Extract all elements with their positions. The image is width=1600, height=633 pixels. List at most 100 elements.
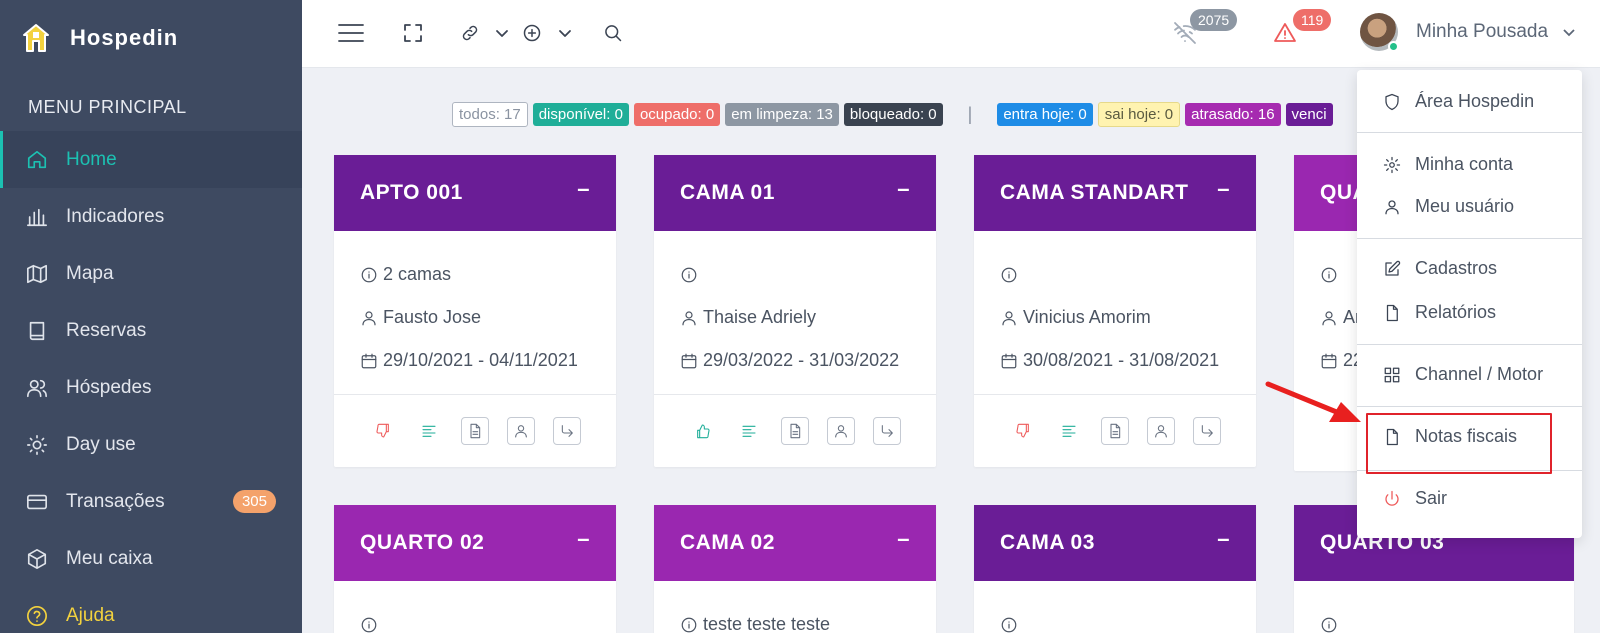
menu-item-label: Cadastros [1415,258,1498,278]
collapse-icon[interactable]: – [577,528,590,550]
filter-atrasado[interactable]: atrasado: 16 [1185,103,1281,126]
sidebar-item-day-use[interactable]: Day use [0,416,302,473]
calendar-icon [1001,353,1017,368]
sidebar-item-home[interactable]: Home [0,131,302,188]
filter-todos[interactable]: todos: 17 [452,102,528,127]
user-icon [682,310,696,325]
guest-button[interactable] [827,417,855,445]
room-card-header[interactable]: CAMA 02 – [654,505,936,581]
transacoes-count-badge: 305 [232,490,276,513]
filter-sai-hoje[interactable]: sai hoje: 0 [1097,102,1181,127]
sidebar: Hospedin MENU PRINCIPAL Home Indicadores… [0,0,302,633]
menu-item-channel-motor[interactable]: Channel / Motor [1383,364,1543,385]
links-dropdown-caret[interactable] [487,18,517,48]
guest-button[interactable] [1147,417,1175,445]
menu-item-sair[interactable]: Sair [1383,488,1447,509]
document-button[interactable] [461,417,489,445]
user-menu-toggle[interactable]: Minha Pousada [1360,13,1576,52]
guest-row: Thaise Adriely [680,296,910,339]
menu-item-relatorios[interactable]: Relatórios [1383,302,1496,323]
filter-disponivel[interactable]: disponível: 0 [532,103,629,126]
sidebar-item-mapa[interactable]: Mapa [0,245,302,302]
add-button[interactable] [517,18,547,48]
checkout-button[interactable] [873,417,901,445]
sidebar-item-meu-caixa[interactable]: Meu caixa [0,530,302,587]
room-card-header[interactable]: CAMA 01 – [654,155,936,231]
info-icon [361,617,377,632]
bar-chart-icon [27,208,47,226]
menu-toggle-button[interactable] [336,18,366,48]
filter-ocupado[interactable]: ocupado: 0 [633,103,721,126]
power-icon [1385,490,1399,506]
menu-item-minha-conta[interactable]: Minha conta [1383,154,1513,175]
checkout-button[interactable] [1193,417,1221,445]
guest-button[interactable] [507,417,535,445]
menu-item-cadastros[interactable]: Cadastros [1383,258,1497,279]
user-icon [1322,310,1336,325]
menu-item-label: Sair [1415,488,1448,508]
gear-icon [1383,156,1401,173]
divider [1357,344,1582,345]
filter-em-limpeza[interactable]: em limpeza: 13 [725,103,839,126]
chevron-down-icon [559,30,571,37]
room-card-header[interactable]: CAMA 03 – [974,505,1256,581]
notes-button[interactable] [1055,417,1083,445]
collapse-icon[interactable]: – [577,178,590,200]
thumbs-down-button[interactable] [1009,417,1037,445]
status-filter-bar: todos: 17 disponível: 0 ocupado: 0 em li… [452,102,1333,127]
links-button[interactable] [455,18,485,48]
room-info: teste teste teste [703,614,831,633]
room-info-row [680,253,910,296]
room-card: APTO 001 – 2 camas Fausto Jose 29/10/202… [334,155,616,467]
brand-name: Hospedin [70,24,179,50]
thumbs-up-button[interactable] [689,417,717,445]
filter-vencido[interactable]: venci [1285,103,1333,126]
users-icon [27,379,47,397]
room-card-header[interactable]: APTO 001 – [334,155,616,231]
room-card-title: CAMA 02 [680,531,775,554]
collapse-icon[interactable]: – [897,528,910,550]
document-button[interactable] [1101,417,1129,445]
collapse-icon[interactable]: – [1217,178,1230,200]
menu-item-area-hospedin[interactable]: Área Hospedin [1383,91,1534,112]
sidebar-item-label: Ajuda [66,604,115,626]
room-card: CAMA 02 – teste teste teste [654,505,936,633]
sidebar-item-ajuda[interactable]: Ajuda [0,587,302,633]
info-icon [681,617,697,632]
connectivity-badge: 2075 [1190,9,1238,31]
room-card-header[interactable]: CAMA STANDART – [974,155,1256,231]
room-card-title: CAMA STANDART [1000,181,1189,204]
collapse-icon[interactable]: – [1217,528,1230,550]
sidebar-item-reservas[interactable]: Reservas [0,302,302,359]
add-dropdown-caret[interactable] [550,18,580,48]
thumbs-down-button[interactable] [369,417,397,445]
guest-name: Thaise Adriely [703,307,817,327]
sidebar-item-indicadores[interactable]: Indicadores [0,188,302,245]
checkout-button[interactable] [553,417,581,445]
align-left-icon [742,425,756,437]
room-card: CAMA STANDART – Vinicius Amorim 30/08/20… [974,155,1256,467]
card-actions [654,394,936,467]
search-button[interactable] [598,18,628,48]
room-card-header[interactable]: QUARTO 02 – [334,505,616,581]
room-info-row: teste teste teste [680,603,910,633]
divider [1357,238,1582,239]
room-info-row [360,603,590,633]
notes-button[interactable] [735,417,763,445]
user-icon [1155,425,1167,438]
calendar-icon [1321,353,1337,368]
fullscreen-button[interactable] [398,18,428,48]
collapse-icon[interactable]: – [897,178,910,200]
guest-row: Fausto Jose [360,296,590,339]
notes-button[interactable] [415,417,443,445]
document-button[interactable] [781,417,809,445]
room-card: CAMA 03 – [974,505,1256,633]
sidebar-item-hospedes[interactable]: Hóspedes [0,359,302,416]
menu-item-meu-usuario[interactable]: Meu usuário [1383,196,1514,217]
filter-entra-hoje[interactable]: entra hoje: 0 [997,103,1093,126]
brand[interactable]: Hospedin [0,0,302,75]
filter-bloqueado[interactable]: bloqueado: 0 [843,103,943,126]
room-info-row [1320,603,1548,633]
search-icon [605,25,622,42]
sidebar-item-transacoes[interactable]: Transações 305 [0,473,302,530]
